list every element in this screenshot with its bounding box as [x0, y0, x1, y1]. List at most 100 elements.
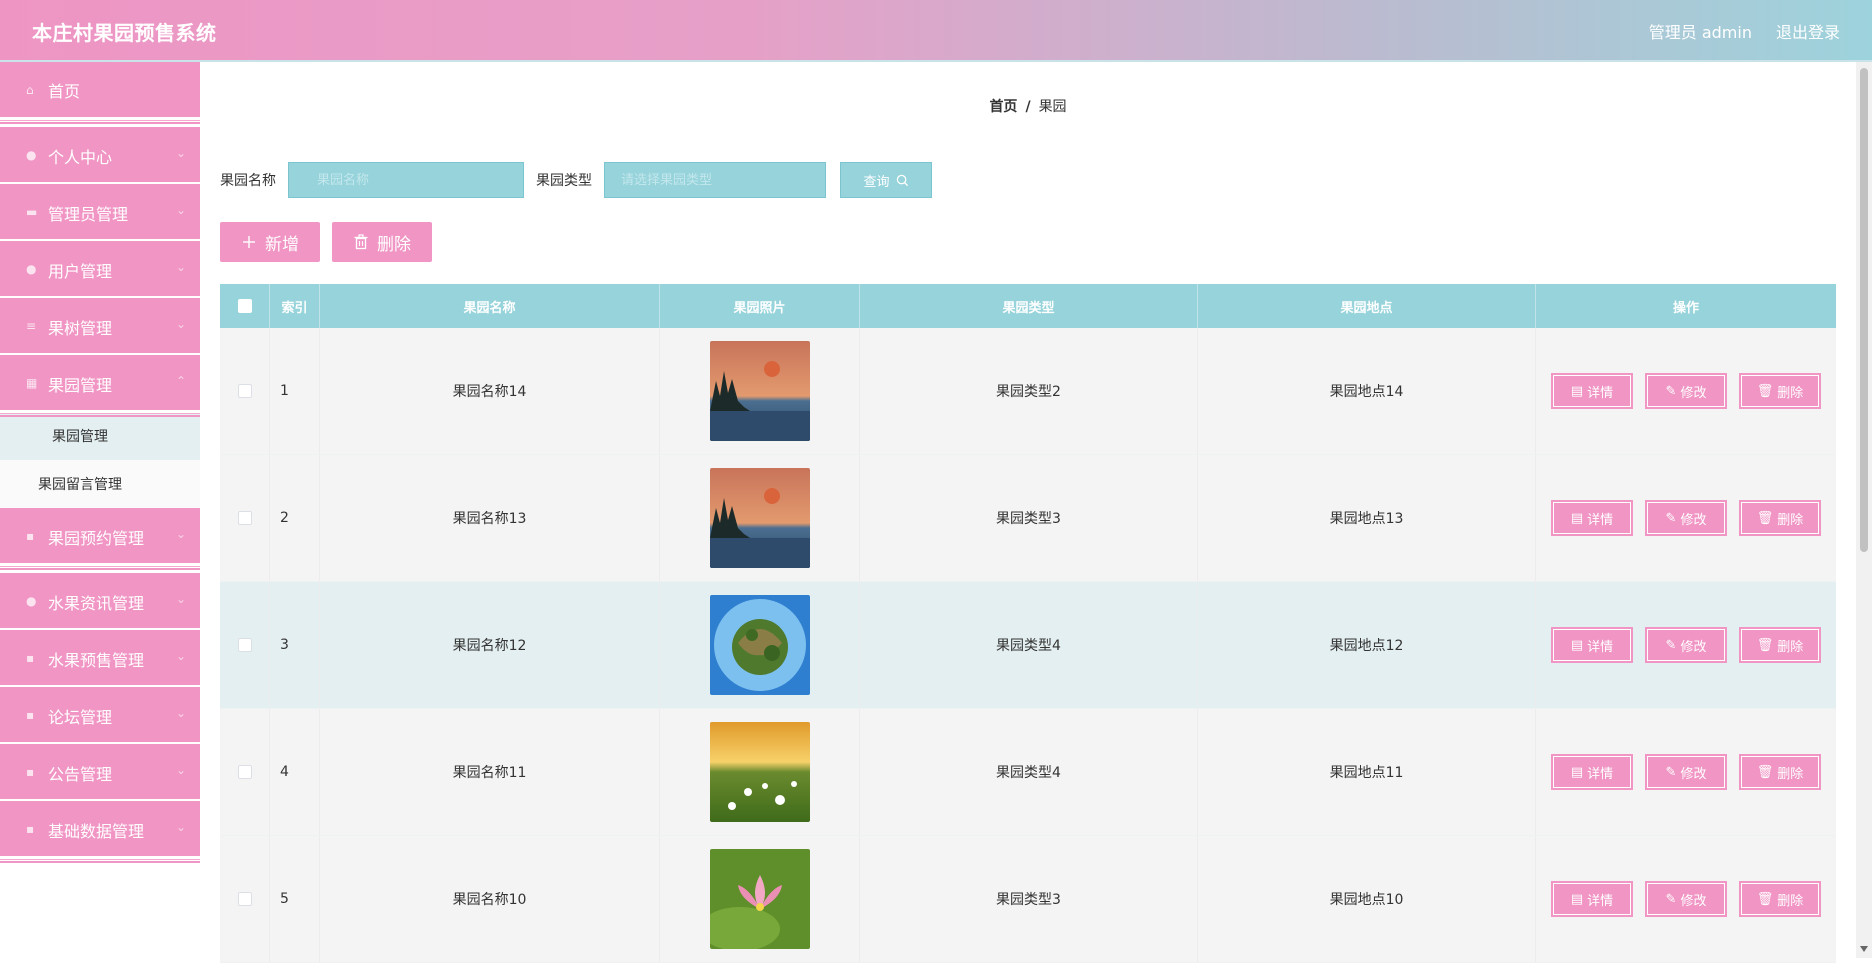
header-name: 果园名称: [320, 284, 660, 328]
row-type: 果园类型3: [860, 836, 1198, 962]
orchard-photo[interactable]: [709, 468, 810, 568]
trash-icon: 🗑: [1756, 764, 1774, 780]
detail-button[interactable]: ▤ 详情: [1551, 881, 1633, 917]
submenu-orchard-manage[interactable]: 果园管理: [0, 412, 200, 460]
logout-link[interactable]: 退出登录: [1776, 19, 1840, 43]
header-photo: 果园照片: [660, 284, 860, 328]
row-checkbox[interactable]: [237, 638, 252, 652]
detail-button[interactable]: ▤ 详情: [1551, 754, 1633, 790]
orchard-photo[interactable]: [709, 849, 810, 949]
bulk-delete-button[interactable]: 删除: [332, 222, 432, 262]
scrollbar-thumb[interactable]: [1860, 68, 1868, 552]
submenu-label: 果园留言管理: [38, 477, 122, 493]
edit-button[interactable]: ✎ 修改: [1645, 881, 1727, 917]
sidebar-item-label: 个人中心: [48, 148, 113, 167]
edit-button[interactable]: ✎ 修改: [1645, 373, 1727, 409]
sidebar-item-trees[interactable]: ≡ 果树管理 ⌄: [0, 290, 200, 360]
edit-label: 修改: [1680, 766, 1707, 782]
add-button[interactable]: 新增: [220, 222, 320, 262]
scroll-down-arrow-icon[interactable]: [1860, 946, 1868, 952]
sidebar-item-users[interactable]: ● 用户管理 ⌄: [0, 233, 200, 303]
delete-button[interactable]: 🗑 删除: [1739, 881, 1821, 917]
row-name: 果园名称13: [320, 455, 660, 581]
orchard-photo[interactable]: [709, 595, 810, 695]
query-button[interactable]: 查询: [840, 162, 932, 198]
table-row: 5 果园名称10 果园类型3 果园地点10 ▤ 详情 ✎ 修改 🗑 删除: [220, 836, 1836, 963]
table-row: 1 果园名称14 果园类型2 果园地点14 ▤ 详情 ✎ 修改 🗑 删除: [220, 328, 1836, 455]
delete-label: 删除: [1777, 893, 1804, 909]
query-label: 查询: [863, 174, 890, 190]
edit-button[interactable]: ✎ 修改: [1645, 754, 1727, 790]
sidebar-item-label: 水果资讯管理: [48, 594, 145, 613]
orchard-photo[interactable]: [709, 722, 810, 822]
breadcrumb: 首页 / 果园: [200, 96, 1856, 116]
trash-icon: 🗑: [1756, 891, 1774, 907]
edit-label: 修改: [1680, 639, 1707, 655]
row-photo-cell: [660, 582, 860, 708]
orchard-table: 索引 果园名称 果园照片 果园类型 果园地点 操作 1 果园名称14 果园类型2…: [220, 284, 1836, 963]
orchard-name-input[interactable]: [288, 162, 524, 198]
sidebar-item-orchards[interactable]: ▦ 果园管理 ⌃: [0, 347, 200, 417]
page-scrollbar[interactable]: [1856, 62, 1872, 958]
delete-button[interactable]: 🗑 删除: [1739, 754, 1821, 790]
header-checkbox-cell: [220, 284, 270, 328]
orchard-name-label: 果园名称: [220, 173, 276, 189]
sidebar-item-admin[interactable]: ▬ 管理员管理 ⌄: [0, 176, 200, 246]
grid-icon: ▪: [26, 529, 35, 543]
delete-button[interactable]: 🗑 删除: [1739, 500, 1821, 536]
admin-user-label[interactable]: 管理员 admin: [1649, 19, 1752, 43]
user-icon: ●: [26, 148, 37, 162]
detail-button[interactable]: ▤ 详情: [1551, 500, 1633, 536]
row-ops: ▤ 详情 ✎ 修改 🗑 删除: [1536, 836, 1836, 962]
sidebar-item-label: 用户管理: [48, 262, 113, 281]
table-row: 2 果园名称13 果园类型3 果园地点13 ▤ 详情 ✎ 修改 🗑 删除: [220, 455, 1836, 582]
header-location: 果园地点: [1198, 284, 1536, 328]
delete-button[interactable]: 🗑 删除: [1739, 373, 1821, 409]
orchard-type-label: 果园类型: [536, 173, 592, 189]
sidebar-item-base-data[interactable]: ▪ 基础数据管理 ⌄: [0, 793, 200, 863]
row-index: 4: [270, 709, 320, 835]
sidebar-item-label: 水果预售管理: [48, 651, 145, 670]
chevron-down-icon: ⌄: [175, 527, 186, 541]
detail-button[interactable]: ▤ 详情: [1551, 373, 1633, 409]
row-name: 果园名称14: [320, 328, 660, 454]
edit-button[interactable]: ✎ 修改: [1645, 627, 1727, 663]
edit-icon: ✎: [1665, 510, 1677, 526]
document-icon: ▤: [1570, 637, 1584, 653]
user-icon: ●: [26, 262, 37, 276]
delete-label: 删除: [1777, 385, 1804, 401]
sidebar-item-profile[interactable]: ● 个人中心 ⌄: [0, 119, 200, 189]
row-type: 果园类型4: [860, 582, 1198, 708]
breadcrumb-home[interactable]: 首页: [989, 99, 1017, 115]
sidebar-item-presale[interactable]: ▪ 水果预售管理 ⌄: [0, 622, 200, 692]
detail-button[interactable]: ▤ 详情: [1551, 627, 1633, 663]
row-checkbox-cell: [220, 836, 270, 962]
delete-button[interactable]: 🗑 删除: [1739, 627, 1821, 663]
sidebar-item-forum[interactable]: ▪ 论坛管理 ⌄: [0, 679, 200, 749]
row-checkbox[interactable]: [237, 765, 252, 779]
detail-label: 详情: [1587, 639, 1614, 655]
sidebar-item-home[interactable]: ⌂ 首页: [0, 62, 200, 124]
search-icon: [896, 174, 908, 186]
sidebar-item-news[interactable]: ● 水果资讯管理 ⌄: [0, 565, 200, 635]
row-checkbox[interactable]: [237, 892, 252, 906]
sidebar-item-notices[interactable]: ▪ 公告管理 ⌄: [0, 736, 200, 806]
select-all-checkbox[interactable]: [237, 299, 252, 313]
row-checkbox[interactable]: [237, 384, 252, 398]
trash-icon: 🗑: [1756, 510, 1774, 526]
edit-button[interactable]: ✎ 修改: [1645, 500, 1727, 536]
row-photo-cell: [660, 836, 860, 962]
home-icon: ⌂: [26, 83, 34, 97]
chevron-down-icon: ⌄: [175, 592, 186, 606]
sidebar-item-reservations[interactable]: ▪ 果园预约管理 ⌄: [0, 508, 200, 570]
orchard-type-select[interactable]: [604, 162, 826, 198]
submenu-orchard-messages[interactable]: 果园留言管理: [0, 460, 200, 508]
row-checkbox[interactable]: [237, 511, 252, 525]
orchard-photo[interactable]: [709, 341, 810, 441]
detail-label: 详情: [1587, 385, 1614, 401]
document-icon: ▤: [1570, 510, 1584, 526]
row-name: 果园名称10: [320, 836, 660, 962]
sidebar-item-label: 公告管理: [48, 765, 113, 784]
row-index: 2: [270, 455, 320, 581]
chevron-up-icon: ⌃: [175, 374, 186, 388]
